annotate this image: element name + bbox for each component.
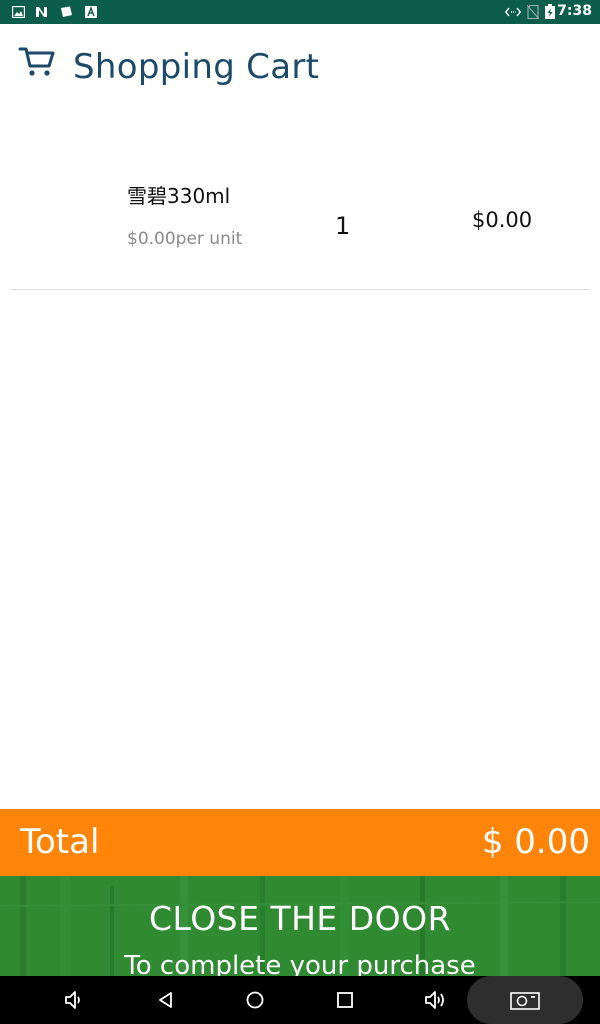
volume-up-icon[interactable] — [421, 986, 449, 1014]
close-door-banner: CLOSE THE DOOR To complete your purchase — [0, 876, 600, 976]
status-bar: 7:38 — [0, 0, 600, 24]
note-icon — [60, 5, 73, 18]
header: Shopping Cart — [0, 24, 600, 114]
image-icon — [12, 5, 25, 18]
home-icon[interactable] — [241, 986, 269, 1014]
total-label: Total — [20, 822, 100, 862]
cart-icon — [18, 44, 56, 78]
no-sim-icon — [526, 4, 539, 19]
screenshot-icon — [509, 986, 541, 1014]
door-subtitle: To complete your purchase — [124, 951, 476, 976]
item-quantity: 1 — [335, 212, 351, 240]
clock: 7:38 — [557, 3, 592, 19]
back-icon[interactable] — [152, 986, 180, 1014]
item-name: 雪碧330ml — [127, 184, 231, 208]
total-amount: $ 0.00 — [481, 822, 590, 862]
page-title: Shopping Cart — [73, 47, 320, 87]
volume-down-icon[interactable] — [60, 986, 88, 1014]
recents-icon[interactable] — [331, 986, 359, 1014]
navigation-bar — [0, 976, 600, 1024]
code-arrows-icon — [505, 5, 521, 18]
item-price: $0.00 — [472, 208, 533, 232]
total-bar: Total $ 0.00 — [0, 809, 600, 876]
battery-charging-icon — [545, 4, 555, 19]
screenshot-button[interactable] — [467, 976, 583, 1024]
app-screen: 7:38 Shopping Cart 雪碧330ml $0.00per unit… — [0, 0, 600, 1024]
door-title: CLOSE THE DOOR — [148, 899, 452, 938]
item-unit-price: $0.00per unit — [127, 229, 243, 249]
n-app-icon — [35, 5, 48, 18]
cart-item-row[interactable]: 雪碧330ml $0.00per unit 1 $0.00 — [10, 150, 590, 290]
a-app-icon — [84, 5, 97, 18]
